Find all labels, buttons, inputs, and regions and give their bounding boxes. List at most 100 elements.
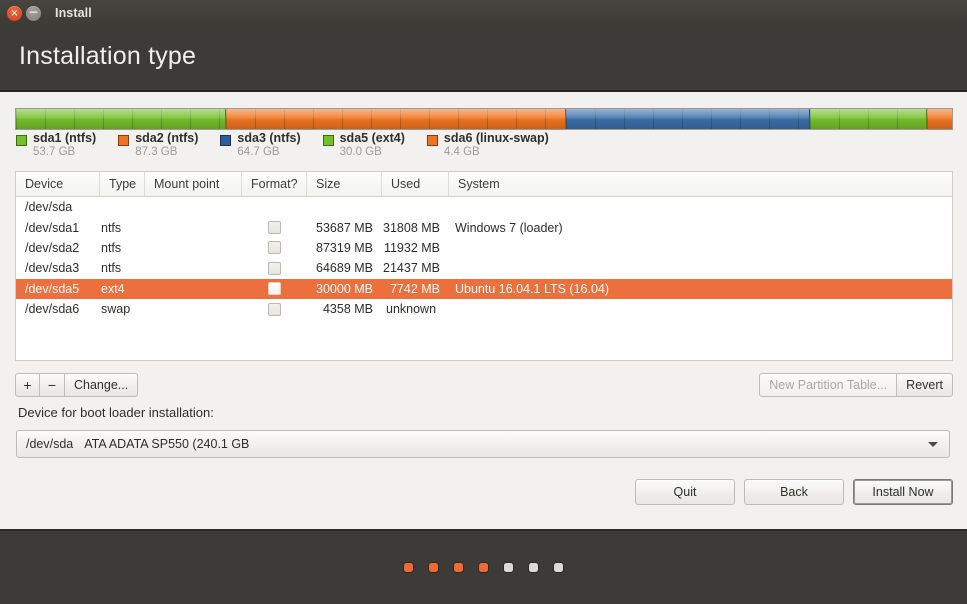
legend-text: sda1 (ntfs) 53.7 GB bbox=[33, 131, 96, 161]
progress-dot bbox=[554, 563, 563, 572]
legend-label: sda3 (ntfs) bbox=[237, 131, 301, 145]
partition-segment-sda1[interactable] bbox=[16, 109, 226, 129]
quit-button[interactable]: Quit bbox=[635, 479, 735, 505]
cell-size: 64689 MB bbox=[316, 261, 373, 276]
bootloader-device-name: /dev/sda bbox=[26, 437, 74, 451]
legend-item: sda2 (ntfs) 87.3 GB bbox=[118, 131, 198, 161]
column-header-system[interactable]: System bbox=[449, 172, 952, 196]
legend-size: 53.7 GB bbox=[33, 146, 76, 159]
format-checkbox-cell bbox=[242, 302, 307, 316]
legend-item: sda1 (ntfs) 53.7 GB bbox=[16, 131, 96, 161]
cell-system: Ubuntu 16.04.1 LTS (16.04) bbox=[455, 281, 610, 296]
format-checkbox-cell bbox=[242, 241, 307, 255]
legend-size: 64.7 GB bbox=[237, 146, 280, 159]
progress-dot bbox=[529, 563, 538, 572]
partition-table[interactable]: Device Type Mount point Format? Size Used Syst… bbox=[15, 171, 953, 361]
legend-text: sda5 (ext4) 30.0 GB bbox=[340, 131, 405, 161]
progress-dot bbox=[454, 563, 463, 572]
column-header-device[interactable]: Device bbox=[16, 172, 100, 196]
bootloader-device-select[interactable]: /dev/sda ATA ADATA SP550 (240.1 GB bbox=[16, 430, 950, 458]
close-glyph: × bbox=[10, 7, 19, 19]
chevron-down-icon[interactable] bbox=[928, 441, 938, 447]
table-row[interactable]: /dev/sda3 ntfs 64689 MB 21437 MB bbox=[16, 258, 952, 278]
cell-device: /dev/sda6 bbox=[25, 302, 80, 317]
back-button[interactable]: Back bbox=[744, 479, 844, 505]
content-pane: sda1 (ntfs) 53.7 GB sda2 (ntfs) 87.3 GB sda3… bbox=[0, 92, 967, 529]
legend-text: sda2 (ntfs) 87.3 GB bbox=[135, 131, 198, 161]
new-partition-table-button[interactable]: New Partition Table... bbox=[759, 373, 898, 397]
legend-label: sda2 (ntfs) bbox=[135, 131, 199, 145]
format-checkbox-cell bbox=[242, 282, 307, 296]
table-row[interactable]: /dev/sda5 ext4 30000 MB 7742 MB Ubuntu 16.04… bbox=[16, 278, 952, 299]
column-header-size[interactable]: Size bbox=[307, 172, 382, 196]
format-checkbox[interactable] bbox=[268, 261, 281, 275]
format-checkbox-cell bbox=[242, 261, 307, 275]
cell-device: /dev/sda1 bbox=[25, 220, 80, 235]
window-title: Install bbox=[55, 6, 92, 20]
legend-color-swatch bbox=[322, 135, 334, 146]
cell-type: ntfs bbox=[101, 220, 122, 235]
column-header-used[interactable]: Used bbox=[382, 172, 449, 196]
progress-dot bbox=[479, 563, 488, 572]
column-header-mount-point[interactable]: Mount point bbox=[145, 172, 242, 196]
table-row[interactable]: /dev/sda6 swap 4358 MB unknown bbox=[16, 299, 952, 319]
legend-label: sda5 (ext4) bbox=[339, 131, 405, 145]
column-header-type[interactable]: Type bbox=[100, 172, 145, 196]
cell-type: ntfs bbox=[101, 261, 122, 276]
cell-device: /dev/sda5 bbox=[25, 281, 80, 296]
table-header-row: Device Type Mount point Format? Size Used Syst… bbox=[16, 172, 952, 197]
legend-text: sda3 (ntfs) 64.7 GB bbox=[237, 131, 300, 161]
legend-label: sda6 (linux-swap) bbox=[443, 131, 549, 145]
cell-used: 31808 MB bbox=[383, 220, 440, 235]
cell-type: swap bbox=[101, 302, 131, 317]
progress-dot bbox=[504, 563, 513, 572]
legend-color-swatch bbox=[426, 135, 438, 146]
legend-size: 87.3 GB bbox=[135, 146, 178, 159]
change-partition-button[interactable]: Change... bbox=[65, 373, 139, 397]
legend-item: sda6 (linux-swap) 4.4 GB bbox=[426, 131, 549, 161]
cell-device: /dev/sda2 bbox=[25, 240, 80, 255]
partition-segment-sda6[interactable] bbox=[926, 109, 952, 129]
format-checkbox[interactable] bbox=[268, 221, 281, 235]
format-checkbox[interactable] bbox=[268, 282, 281, 296]
partition-segment-sda3[interactable] bbox=[566, 109, 810, 129]
bootloader-device-description: ATA ADATA SP550 (240.1 GB bbox=[84, 437, 250, 451]
table-row-disk[interactable]: /dev/sda bbox=[16, 197, 952, 217]
cell-used: 21437 MB bbox=[383, 261, 440, 276]
close-icon[interactable]: × bbox=[7, 5, 22, 21]
progress-dots bbox=[0, 563, 967, 572]
format-checkbox[interactable] bbox=[268, 302, 281, 316]
legend-item: sda3 (ntfs) 64.7 GB bbox=[220, 131, 301, 161]
cell-size: 87319 MB bbox=[316, 240, 373, 255]
legend-color-swatch bbox=[220, 135, 232, 146]
partition-segment-sda2[interactable] bbox=[225, 109, 567, 129]
column-header-format[interactable]: Format? bbox=[242, 172, 307, 196]
revert-button[interactable]: Revert bbox=[897, 373, 953, 397]
cell-size: 53687 MB bbox=[316, 220, 373, 235]
dialog-actions: Quit Back Install Now bbox=[626, 479, 953, 505]
legend-color-swatch bbox=[118, 135, 130, 146]
table-row[interactable]: /dev/sda1 ntfs 53687 MB 31808 MB Windows 7 (… bbox=[16, 217, 952, 237]
install-now-button[interactable]: Install Now bbox=[853, 479, 953, 505]
table-row[interactable]: /dev/sda2 ntfs 87319 MB 11932 MB bbox=[16, 238, 952, 258]
page-header: Installation type bbox=[0, 26, 967, 91]
cell-used: 11932 MB bbox=[383, 240, 440, 255]
cell-size: 4358 MB bbox=[322, 302, 373, 317]
cell-size: 30000 MB bbox=[316, 281, 373, 296]
format-checkbox-cell bbox=[242, 221, 307, 235]
legend-label: sda1 (ntfs) bbox=[33, 131, 97, 145]
progress-dot bbox=[404, 563, 413, 572]
cell-used: unknown bbox=[386, 302, 437, 317]
segment-sheen bbox=[809, 109, 926, 129]
format-checkbox[interactable] bbox=[268, 241, 281, 255]
bootloader-label: Device for boot loader installation: bbox=[18, 405, 214, 420]
legend-item: sda5 (ext4) 30.0 GB bbox=[322, 131, 405, 161]
cell-device: /dev/sda3 bbox=[25, 261, 80, 276]
partition-table-actions: New Partition Table... Revert bbox=[759, 373, 953, 397]
progress-dot bbox=[429, 563, 438, 572]
minimize-icon[interactable]: − bbox=[26, 5, 41, 21]
partition-segment-sda5[interactable] bbox=[809, 109, 927, 129]
add-partition-button[interactable]: + bbox=[15, 373, 40, 397]
footer bbox=[0, 529, 967, 604]
remove-partition-button[interactable]: − bbox=[40, 373, 65, 397]
